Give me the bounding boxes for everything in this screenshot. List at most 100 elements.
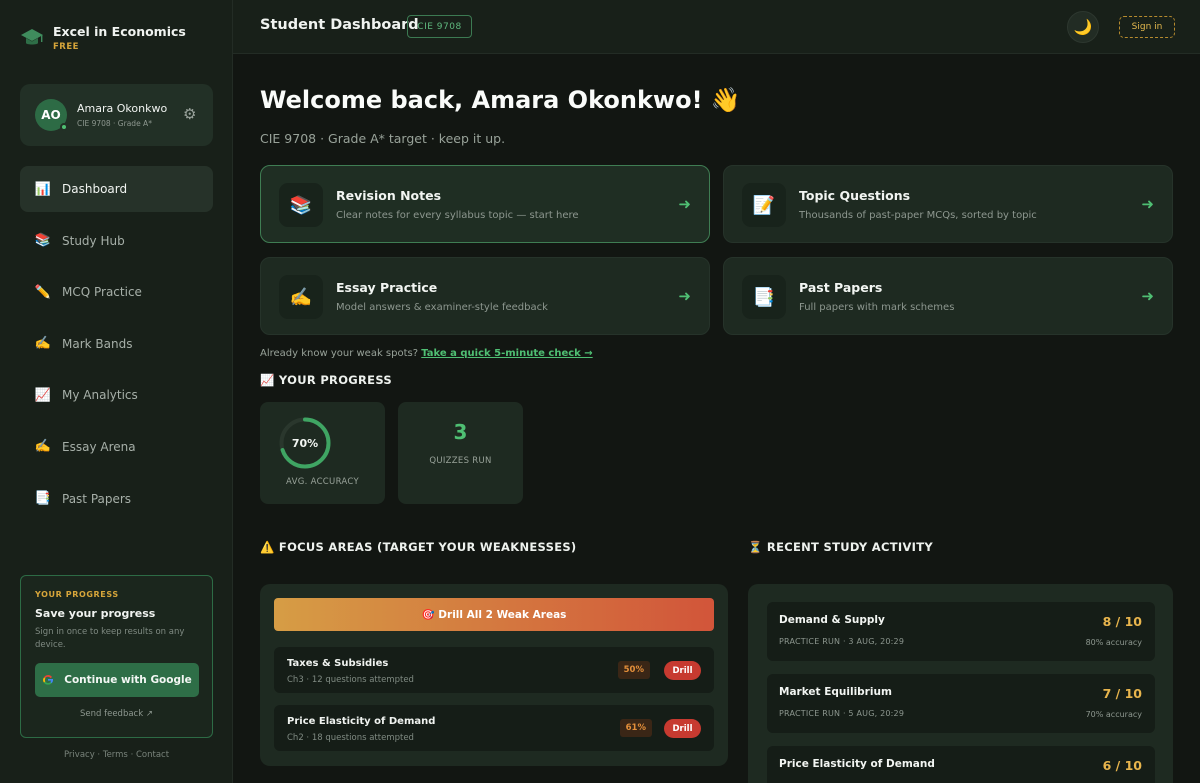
- sidebar-item-my-analytics[interactable]: 📈 My Analytics: [20, 372, 213, 418]
- progress-section-title: 📈 YOUR PROGRESS: [260, 373, 392, 387]
- weak-area-row: Price Elasticity of Demand Ch2 · 18 quest…: [274, 705, 714, 751]
- sidebar: Excel in Economics FREE AO Amara Okonkwo…: [0, 0, 233, 783]
- sidebar-item-mark-bands[interactable]: ✍️ Mark Bands: [20, 321, 213, 367]
- drill-button[interactable]: Drill: [664, 719, 701, 738]
- weak-area-name: Price Elasticity of Demand: [287, 716, 436, 727]
- card-description: Thousands of past-paper MCQs, sorted by …: [799, 210, 1037, 221]
- sidebar-item-label: Study Hub: [62, 233, 125, 248]
- activity-row[interactable]: Market Equilibrium PRACTICE RUN · 5 AUG, …: [767, 674, 1155, 733]
- quizzes-stat-card: 3 QUIZZES RUN: [398, 402, 523, 504]
- line-chart-icon: 📈: [34, 387, 52, 403]
- accuracy-stat-card: 70% AVG. ACCURACY: [260, 402, 385, 504]
- sidebar-item-label: My Analytics: [62, 388, 138, 403]
- topic-questions-card[interactable]: 📝 Topic Questions Thousands of past-paper …: [723, 165, 1173, 243]
- document-icon: 📑: [34, 491, 52, 507]
- profile-card[interactable]: AO Amara Okonkwo CIE 9708 · Grade A* ⚙: [20, 84, 213, 146]
- activity-topic: Price Elasticity of Demand: [779, 758, 935, 770]
- weak-spots-prompt: Already know your weak spots? Take a qui…: [260, 348, 593, 359]
- recent-activity-panel: Demand & Supply PRACTICE RUN · 3 AUG, 20:…: [748, 584, 1173, 783]
- continue-with-google-button[interactable]: Continue with Google: [35, 663, 199, 697]
- weak-spots-text: Already know your weak spots?: [260, 348, 422, 359]
- sidebar-item-study-hub[interactable]: 📚 Study Hub: [20, 218, 213, 264]
- focus-areas-panel: 🎯 Drill All 2 Weak Areas Taxes & Subsidi…: [260, 584, 728, 766]
- arrow-right-icon: ➜: [1141, 195, 1154, 213]
- arrow-right-icon: ➜: [678, 195, 691, 213]
- quizzes-count: 3: [453, 420, 468, 444]
- sidebar-item-dashboard[interactable]: 📊 Dashboard: [20, 166, 213, 212]
- welcome-subtitle: CIE 9708 · Grade A* target · keep it up.: [260, 131, 506, 146]
- essay-practice-card[interactable]: ✍️ Essay Practice Model answers & examiner…: [260, 257, 710, 335]
- page-title: Student Dashboard: [260, 17, 419, 33]
- card-title: Revision Notes: [336, 188, 442, 203]
- topbar: Student Dashboard CIE 9708 🌙 Sign in: [233, 0, 1200, 54]
- activity-accuracy: 70% accuracy: [1085, 710, 1142, 719]
- card-description: Full papers with mark schemes: [799, 302, 955, 313]
- sidebar-item-label: Past Papers: [62, 491, 132, 506]
- books-icon: 📚: [279, 183, 323, 227]
- activity-meta: PRACTICE RUN · 5 AUG, 20:29: [779, 709, 905, 718]
- memo-icon: 📝: [742, 183, 786, 227]
- brand[interactable]: Excel in Economics FREE: [20, 24, 186, 52]
- footer-links[interactable]: Privacy · Terms · Contact: [0, 750, 233, 760]
- past-papers-card[interactable]: 📑 Past Papers Full papers with mark scheme…: [723, 257, 1173, 335]
- writing-hand-icon: ✍️: [34, 336, 52, 352]
- gear-icon[interactable]: ⚙: [183, 106, 199, 122]
- weak-area-name: Taxes & Subsidies: [287, 658, 389, 669]
- drill-button[interactable]: Drill: [664, 661, 701, 680]
- activity-accuracy: 80% accuracy: [1085, 638, 1142, 647]
- google-button-label: Continue with Google: [64, 674, 192, 686]
- graduation-cap-icon: [21, 29, 43, 45]
- quick-check-link[interactable]: Take a quick 5-minute check →: [421, 348, 592, 359]
- activity-section-title: ⏳ RECENT STUDY ACTIVITY: [748, 540, 934, 554]
- activity-meta: PRACTICE RUN · 3 AUG, 20:29: [779, 637, 905, 646]
- brand-name: Excel in Economics: [53, 24, 186, 39]
- writing-hand-icon: ✍️: [279, 275, 323, 319]
- moon-icon: 🌙: [1073, 18, 1093, 36]
- sidebar-item-label: Mark Bands: [62, 336, 133, 351]
- quizzes-caption: QUIZZES RUN: [429, 456, 492, 466]
- writing-hand-icon: ✍️: [34, 439, 52, 455]
- card-title: Past Papers: [799, 280, 883, 295]
- drill-all-weak-areas-button[interactable]: 🎯 Drill All 2 Weak Areas: [274, 598, 714, 631]
- revision-notes-card[interactable]: 📚 Revision Notes Clear notes for every syl…: [260, 165, 710, 243]
- document-icon: 📑: [742, 275, 786, 319]
- save-card-description: Sign in once to keep results on any devi…: [35, 627, 185, 650]
- save-card-title: Save your progress: [35, 607, 156, 620]
- theme-toggle-button[interactable]: 🌙: [1067, 11, 1099, 43]
- sidebar-item-label: MCQ Practice: [62, 285, 142, 300]
- sign-in-button[interactable]: Sign in: [1119, 16, 1175, 38]
- card-description: Model answers & examiner-style feedback: [336, 302, 548, 313]
- bar-chart-icon: 📊: [34, 181, 52, 197]
- sidebar-nav: 📊 Dashboard 📚 Study Hub ✏️ MCQ Practice ✍️ Mark…: [20, 166, 213, 527]
- activity-score: 6 / 10: [1102, 758, 1142, 773]
- activity-row[interactable]: Demand & Supply PRACTICE RUN · 3 AUG, 20:…: [767, 602, 1155, 661]
- sidebar-item-mcq-practice[interactable]: ✏️ MCQ Practice: [20, 269, 213, 315]
- activity-row[interactable]: Price Elasticity of Demand 6 / 10: [767, 746, 1155, 783]
- weak-area-meta: Ch3 · 12 questions attempted: [287, 675, 414, 685]
- activity-topic: Demand & Supply: [779, 614, 885, 626]
- welcome-heading: Welcome back, Amara Okonkwo! 👋: [260, 86, 741, 114]
- weak-area-accuracy-badge: 50%: [617, 661, 650, 679]
- avatar-initials: AO: [41, 108, 61, 122]
- save-card-kicker: YOUR PROGRESS: [35, 590, 119, 599]
- sidebar-item-past-papers[interactable]: 📑 Past Papers: [20, 476, 213, 522]
- activity-score: 8 / 10: [1102, 614, 1142, 629]
- card-title: Topic Questions: [799, 188, 911, 203]
- avatar: AO: [35, 99, 68, 131]
- send-feedback-link[interactable]: Send feedback ↗: [35, 709, 198, 719]
- arrow-right-icon: ➜: [678, 287, 691, 305]
- course-badge: CIE 9708: [407, 15, 472, 38]
- sidebar-item-essay-arena[interactable]: ✍️ Essay Arena: [20, 424, 213, 470]
- profile-name: Amara Okonkwo: [77, 102, 168, 115]
- profile-meta: CIE 9708 · Grade A*: [77, 119, 152, 128]
- save-progress-card: YOUR PROGRESS Save your progress Sign in…: [20, 575, 213, 738]
- sidebar-item-label: Essay Arena: [62, 439, 136, 454]
- activity-score: 7 / 10: [1102, 686, 1142, 701]
- google-icon: [43, 675, 54, 685]
- focus-section-title: ⚠️ FOCUS AREAS (TARGET YOUR WEAKNESSES): [260, 540, 577, 554]
- weak-area-meta: Ch2 · 18 questions attempted: [287, 733, 414, 743]
- online-status-dot: [60, 123, 68, 131]
- card-title: Essay Practice: [336, 280, 438, 295]
- accuracy-caption: AVG. ACCURACY: [286, 477, 359, 487]
- accuracy-value: 70%: [291, 436, 319, 450]
